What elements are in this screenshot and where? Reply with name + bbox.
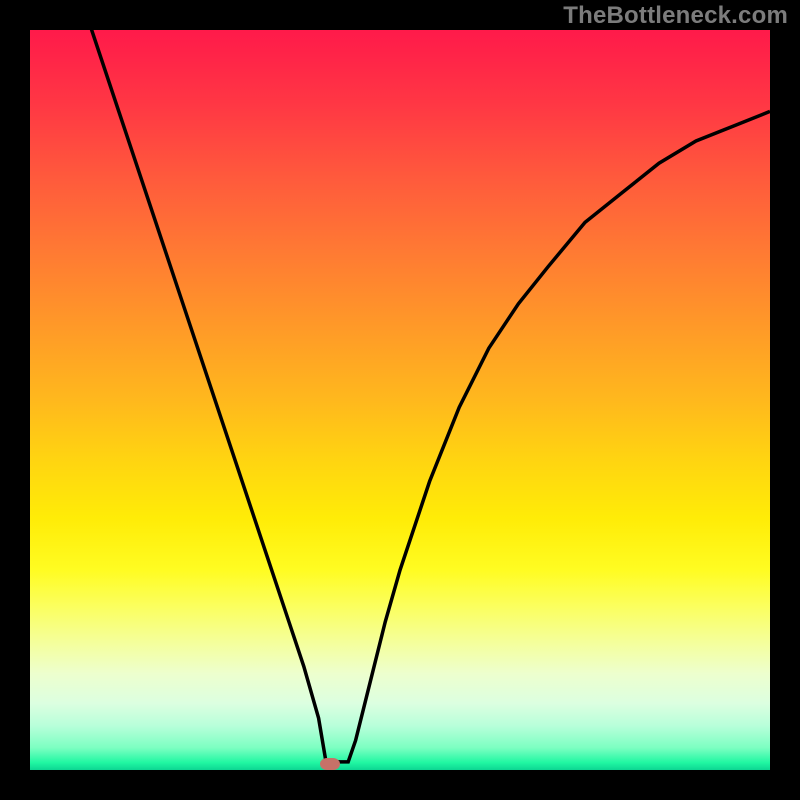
watermark-text: TheBottleneck.com bbox=[563, 2, 788, 30]
bottleneck-curve bbox=[30, 30, 770, 762]
plot-area bbox=[30, 30, 770, 770]
optimal-point-marker bbox=[320, 758, 340, 770]
chart-frame: TheBottleneck.com bbox=[0, 0, 800, 800]
curve-layer bbox=[30, 30, 770, 770]
